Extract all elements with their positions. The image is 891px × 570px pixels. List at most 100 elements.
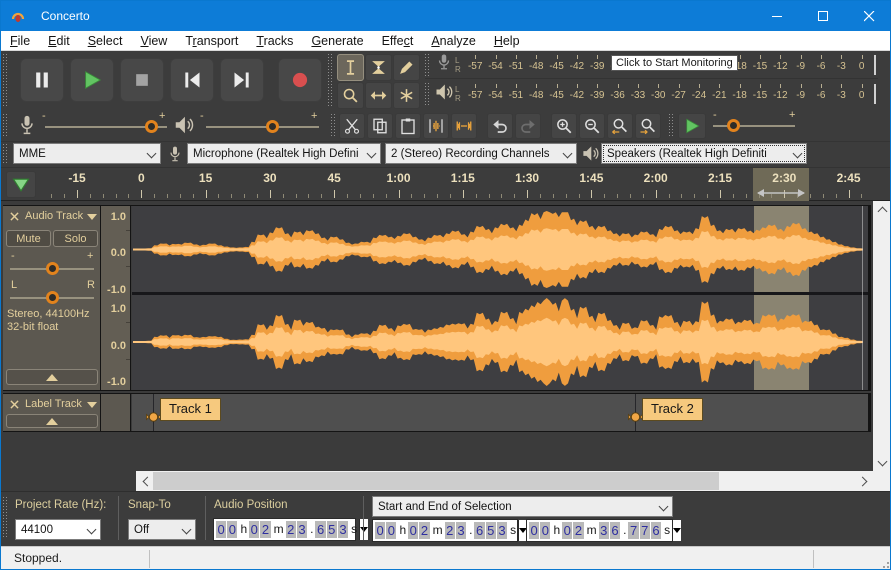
scroll-down-button[interactable] xyxy=(873,454,891,471)
recording-volume-slider-thumb[interactable] xyxy=(145,120,158,133)
record-button[interactable] xyxy=(278,58,322,102)
tools-toolbar-gripper[interactable] xyxy=(328,54,333,108)
paste-button[interactable] xyxy=(395,113,421,139)
speed-slider-thumb[interactable] xyxy=(727,119,740,132)
time-shift-tool-button[interactable] xyxy=(365,82,392,109)
track-label[interactable]: Track 1 xyxy=(160,398,221,421)
device-toolbar-gripper[interactable] xyxy=(3,144,8,164)
audio-position-field[interactable]: 00h02m23.653s xyxy=(213,518,356,541)
scroll-left-button[interactable] xyxy=(138,471,153,491)
close-button[interactable] xyxy=(846,1,891,31)
audio-track-close-button[interactable] xyxy=(7,209,22,224)
audio-track-name[interactable]: Audio Track xyxy=(25,210,83,222)
timeline-quickplay-button[interactable] xyxy=(6,171,36,198)
playback-meter-gripper[interactable] xyxy=(425,83,430,105)
edit-toolbar-gripper[interactable] xyxy=(331,114,336,138)
zoom-in-button[interactable] xyxy=(551,113,577,139)
redo-button[interactable] xyxy=(515,113,541,139)
mixer-toolbar-gripper[interactable] xyxy=(3,114,8,138)
solo-button[interactable]: Solo xyxy=(53,230,98,247)
menu-view[interactable]: View xyxy=(131,31,176,51)
undo-button[interactable] xyxy=(487,113,513,139)
audio-host-select[interactable]: MME xyxy=(13,143,161,164)
pause-button[interactable] xyxy=(20,58,64,102)
gain-slider-thumb[interactable] xyxy=(46,262,59,275)
play-at-speed-button[interactable] xyxy=(678,113,706,139)
stop-button[interactable] xyxy=(120,58,164,102)
selection-toolbar-gripper[interactable] xyxy=(3,497,8,539)
resize-grip[interactable] xyxy=(879,559,889,570)
horizontal-scrollbar-thumb[interactable] xyxy=(153,472,719,490)
transport-toolbar-gripper[interactable] xyxy=(3,54,8,108)
silence-audio-button[interactable] xyxy=(451,113,477,139)
scroll-up-button[interactable] xyxy=(873,201,891,218)
waveform-channel-right[interactable] xyxy=(132,295,868,389)
menu-file[interactable]: File xyxy=(1,31,39,51)
label-handle-icon[interactable] xyxy=(146,410,161,429)
menu-help[interactable]: Help xyxy=(485,31,529,51)
vertical-scrollbar[interactable] xyxy=(873,201,891,471)
recording-meter-gripper[interactable] xyxy=(425,54,430,76)
zoom-tool-button[interactable] xyxy=(337,82,364,109)
meter-scale-label: -57 xyxy=(465,80,485,108)
project-rate-select[interactable]: 44100 xyxy=(15,519,101,540)
selection-range-mode-select[interactable]: Start and End of Selection xyxy=(372,496,673,517)
audio-track-menu-icon[interactable] xyxy=(87,214,97,220)
playback-volume-slider-thumb[interactable] xyxy=(266,120,279,133)
minimize-button[interactable] xyxy=(754,1,800,31)
scrollbar-corner xyxy=(873,471,891,491)
trim-audio-button[interactable] xyxy=(423,113,449,139)
playback-meter[interactable]: LR -57-54-51-48-45-42-39-36-33-30-27-24-… xyxy=(425,80,878,108)
audio-track-waveform[interactable] xyxy=(132,206,871,390)
menu-generate[interactable]: Generate xyxy=(302,31,372,51)
selection-start-field[interactable]: 00h02m23.653s xyxy=(372,519,518,542)
menu-analyze[interactable]: Analyze xyxy=(422,31,484,51)
play-at-speed-gripper[interactable] xyxy=(669,114,674,138)
waveform-channel-left[interactable] xyxy=(132,207,868,292)
audio-track-collapse-button[interactable] xyxy=(6,369,98,385)
zoom-fit-button[interactable] xyxy=(635,113,661,139)
zoom-out-button[interactable] xyxy=(579,113,605,139)
selection-end-field[interactable]: 00h02m36.776s xyxy=(526,519,673,542)
menu-transport[interactable]: Transport xyxy=(176,31,247,51)
label-track-close-button[interactable] xyxy=(7,397,22,412)
mute-button[interactable]: Mute xyxy=(6,230,51,247)
audio-track-vertical-ruler[interactable]: 1.00.0-1.01.00.0-1.0 xyxy=(101,206,131,390)
recording-device-icon xyxy=(167,144,183,169)
scroll-right-button[interactable] xyxy=(856,471,871,491)
pan-slider-thumb[interactable] xyxy=(46,291,59,304)
snap-to-select[interactable]: Off xyxy=(128,519,196,540)
menu-effect[interactable]: Effect xyxy=(373,31,423,51)
recording-channels-select[interactable]: 2 (Stereo) Recording Channels xyxy=(385,143,577,164)
maximize-button[interactable] xyxy=(800,1,846,31)
time-field-spinner[interactable] xyxy=(672,520,681,541)
speed-slider[interactable] xyxy=(713,125,795,127)
menu-tracks[interactable]: Tracks xyxy=(247,31,302,51)
multi-tool-button[interactable] xyxy=(393,82,420,109)
playback-meter-scale: -57-54-51-48-45-42-39-36-33-30-27-24-21-… xyxy=(465,80,872,108)
zoom-selection-button[interactable] xyxy=(607,113,633,139)
label-track-area[interactable]: Track 1 Track 2 xyxy=(132,394,871,431)
label-track-menu-icon[interactable] xyxy=(87,402,97,408)
horizontal-scrollbar[interactable] xyxy=(136,471,873,491)
label-handle-icon[interactable] xyxy=(628,410,643,429)
copy-button[interactable] xyxy=(367,113,393,139)
selection-tool-button[interactable] xyxy=(337,54,364,81)
label-track-collapse-button[interactable] xyxy=(6,414,98,428)
recording-device-select[interactable]: Microphone (Realtek High Defini xyxy=(187,143,381,164)
draw-tool-button[interactable] xyxy=(393,54,420,81)
meter-scale-label: -45 xyxy=(546,51,566,78)
menu-select[interactable]: Select xyxy=(79,31,132,51)
envelope-tool-button[interactable] xyxy=(365,54,392,81)
track-label[interactable]: Track 2 xyxy=(642,398,703,421)
skip-to-end-button[interactable] xyxy=(220,58,264,102)
play-button[interactable] xyxy=(70,58,114,102)
timeline-ruler[interactable]: -1501530451:001:151:301:452:002:152:302:… xyxy=(1,167,891,201)
cut-button[interactable] xyxy=(339,113,365,139)
menu-edit[interactable]: Edit xyxy=(39,31,79,51)
playback-volume-slider[interactable] xyxy=(206,126,319,128)
playback-device-select[interactable]: Speakers (Realtek High Definiti xyxy=(601,143,807,164)
skip-to-start-button[interactable] xyxy=(170,58,214,102)
label-track-name[interactable]: Label Track xyxy=(25,398,82,410)
meter-scale-label: -42 xyxy=(567,80,587,108)
